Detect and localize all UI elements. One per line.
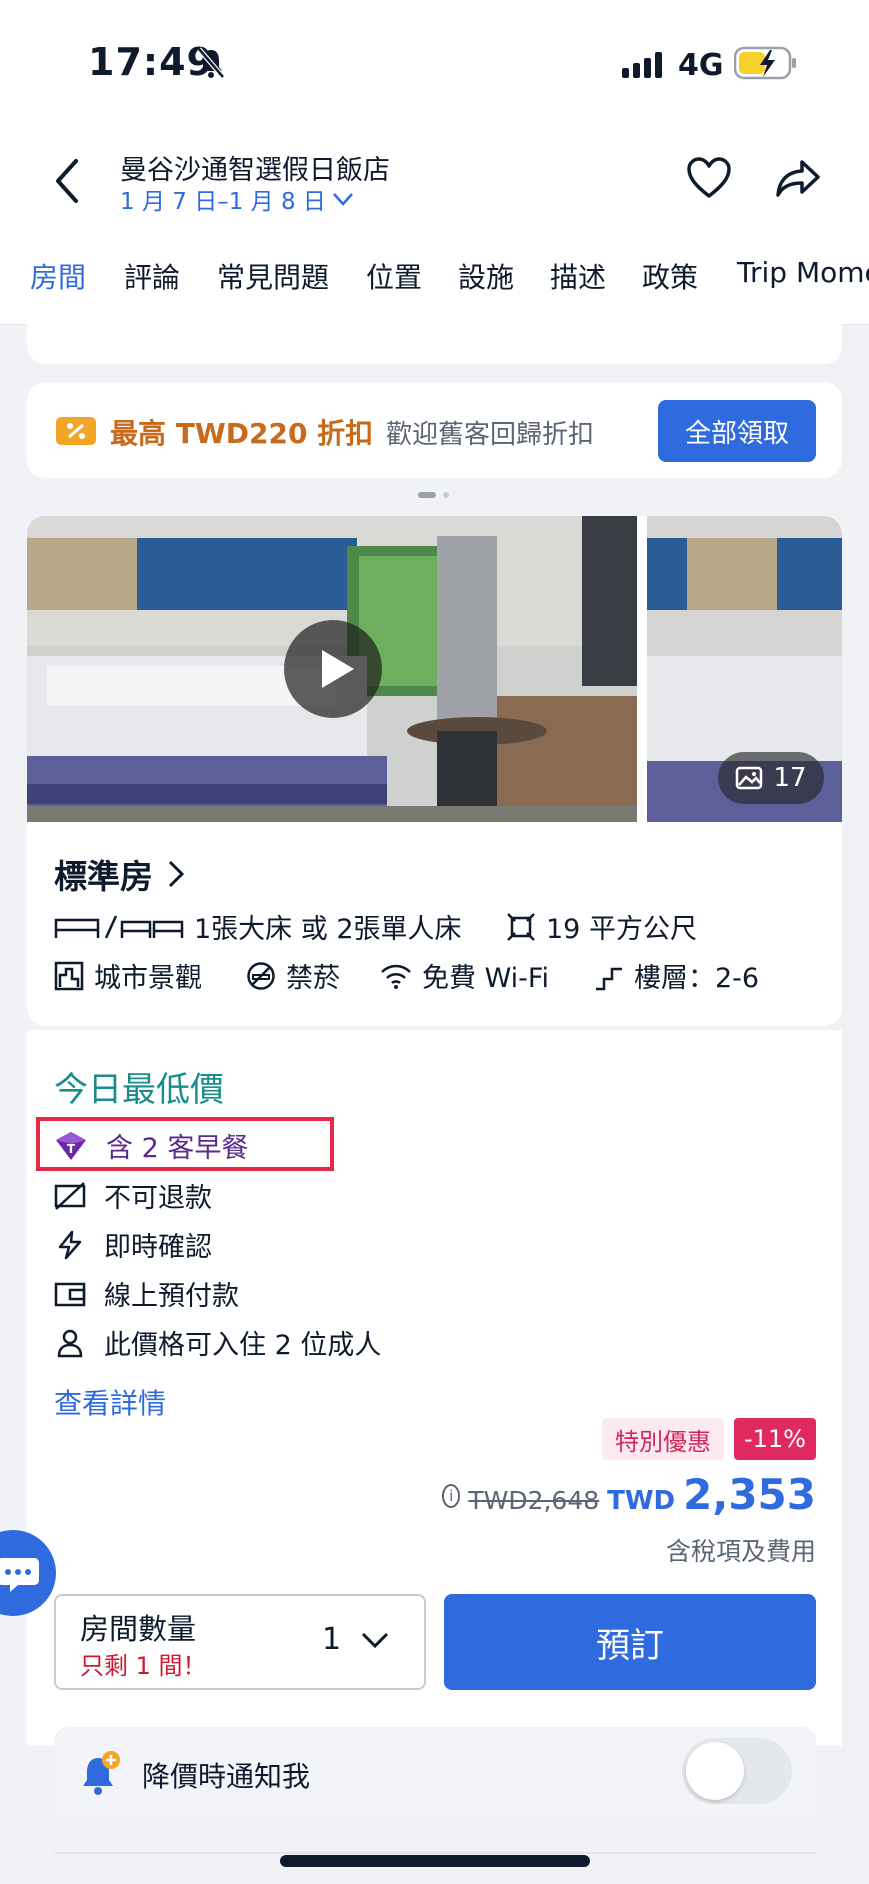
discount-badge: -11% bbox=[734, 1418, 816, 1460]
room-area-text: 19 平方公尺 bbox=[546, 914, 697, 945]
date-range: 1 月 7 日–1 月 8 日 bbox=[120, 189, 326, 215]
room-view: 城市景觀 bbox=[54, 956, 202, 995]
bed-icon bbox=[54, 914, 184, 939]
image-icon bbox=[736, 766, 763, 790]
play-video-button[interactable] bbox=[284, 620, 382, 718]
room-area: 19 平方公尺 bbox=[506, 907, 697, 946]
rate-payment: 線上預付款 bbox=[54, 1274, 239, 1313]
chevron-down-icon bbox=[361, 1632, 389, 1649]
info-icon[interactable]: i bbox=[442, 1484, 461, 1508]
room-title: 標準房 bbox=[54, 857, 153, 896]
chat-button[interactable] bbox=[0, 1530, 56, 1616]
room-wifi-text: 免費 Wi-Fi bbox=[422, 963, 549, 994]
area-icon bbox=[507, 912, 535, 941]
wifi-icon bbox=[381, 964, 411, 989]
view-details-link[interactable]: 查看詳情 bbox=[54, 1382, 166, 1422]
bell-muted-icon bbox=[197, 47, 225, 79]
play-icon bbox=[322, 650, 354, 688]
no-refund-icon bbox=[54, 1181, 86, 1210]
diamond-icon: T bbox=[56, 1131, 86, 1160]
city-view-icon bbox=[54, 961, 84, 990]
notification-bell-icon bbox=[83, 1751, 120, 1795]
rate-confirm-text: 即時確認 bbox=[104, 1232, 212, 1263]
coupon-discount: 最高 TWD220 折扣 bbox=[110, 417, 374, 450]
rate-occupancy: 此價格可入住 2 位成人 bbox=[54, 1323, 381, 1362]
current-price: 2,353 bbox=[683, 1470, 816, 1519]
heart-icon[interactable] bbox=[686, 156, 732, 200]
lightning-icon bbox=[58, 1230, 82, 1259]
previous-card bbox=[27, 310, 842, 364]
rate-breakfast: T 含 2 客早餐 bbox=[54, 1126, 248, 1165]
quantity-label: 房間數量 bbox=[80, 1612, 197, 1646]
original-price: TWD2,648 bbox=[468, 1486, 600, 1515]
special-offer-badge: 特別優惠 bbox=[602, 1418, 724, 1460]
room-floor-text: 樓層：2-6 bbox=[634, 963, 760, 994]
quantity-value: 1 bbox=[322, 1622, 342, 1657]
tax-note: 含稅項及費用 bbox=[665, 1537, 816, 1566]
rate-occupancy-text: 此價格可入住 2 位成人 bbox=[104, 1330, 382, 1361]
coupon-icon bbox=[56, 417, 96, 445]
price-currency: TWD bbox=[607, 1486, 676, 1516]
room-floor: 樓層：2-6 bbox=[594, 956, 759, 995]
book-button[interactable]: 預訂 bbox=[444, 1594, 816, 1690]
photo-count-badge[interactable]: 17 bbox=[718, 752, 824, 804]
photo-count: 17 bbox=[773, 763, 807, 793]
price-alert-label: 降價時通知我 bbox=[142, 1760, 311, 1793]
coupon-description: 歡迎舊客回歸折扣 bbox=[386, 420, 595, 450]
room-bed-text: 1張大床 或 2張單人床 bbox=[194, 914, 462, 945]
date-selector[interactable]: 1 月 7 日–1 月 8 日 bbox=[120, 182, 354, 216]
room-bed: 1張大床 或 2張單人床 bbox=[54, 907, 462, 946]
rate-refund: 不可退款 bbox=[54, 1176, 212, 1215]
back-arrow-icon[interactable] bbox=[52, 155, 84, 207]
claim-all-button[interactable]: 全部領取 bbox=[658, 400, 816, 462]
chevron-down-icon bbox=[332, 193, 353, 206]
chevron-right-icon bbox=[168, 860, 185, 888]
signal-icon bbox=[622, 52, 662, 78]
room-smoking-text: 禁菸 bbox=[286, 963, 340, 994]
rate-title: 今日最低價 bbox=[54, 1070, 224, 1110]
network-type: 4G bbox=[678, 48, 724, 83]
chat-icon bbox=[0, 1558, 39, 1592]
room-title-link[interactable]: 標準房 bbox=[54, 850, 185, 898]
rate-confirm: 即時確認 bbox=[54, 1225, 212, 1264]
person-icon bbox=[57, 1329, 83, 1357]
home-indicator bbox=[280, 1855, 590, 1867]
battery-icon bbox=[734, 46, 796, 80]
stairs-icon bbox=[596, 967, 622, 990]
rate-refund-text: 不可退款 bbox=[104, 1183, 212, 1214]
room-view-text: 城市景觀 bbox=[94, 963, 202, 994]
rate-breakfast-text: 含 2 客早餐 bbox=[106, 1133, 249, 1164]
wallet-icon bbox=[54, 1282, 86, 1306]
rooms-left-warning: 只剩 1 間！ bbox=[80, 1652, 207, 1680]
room-smoking: 禁菸 bbox=[246, 956, 340, 995]
divider bbox=[54, 1852, 816, 1854]
toggle-knob bbox=[686, 1742, 744, 1800]
price-row: i TWD2,648 TWD 2,353 bbox=[442, 1470, 816, 1522]
carousel-dots bbox=[418, 492, 449, 498]
no-smoking-icon bbox=[247, 961, 275, 990]
rate-payment-text: 線上預付款 bbox=[104, 1281, 239, 1312]
share-icon[interactable] bbox=[774, 156, 822, 200]
room-wifi: 免費 Wi-Fi bbox=[380, 956, 549, 995]
svg-text:T: T bbox=[67, 1142, 76, 1156]
